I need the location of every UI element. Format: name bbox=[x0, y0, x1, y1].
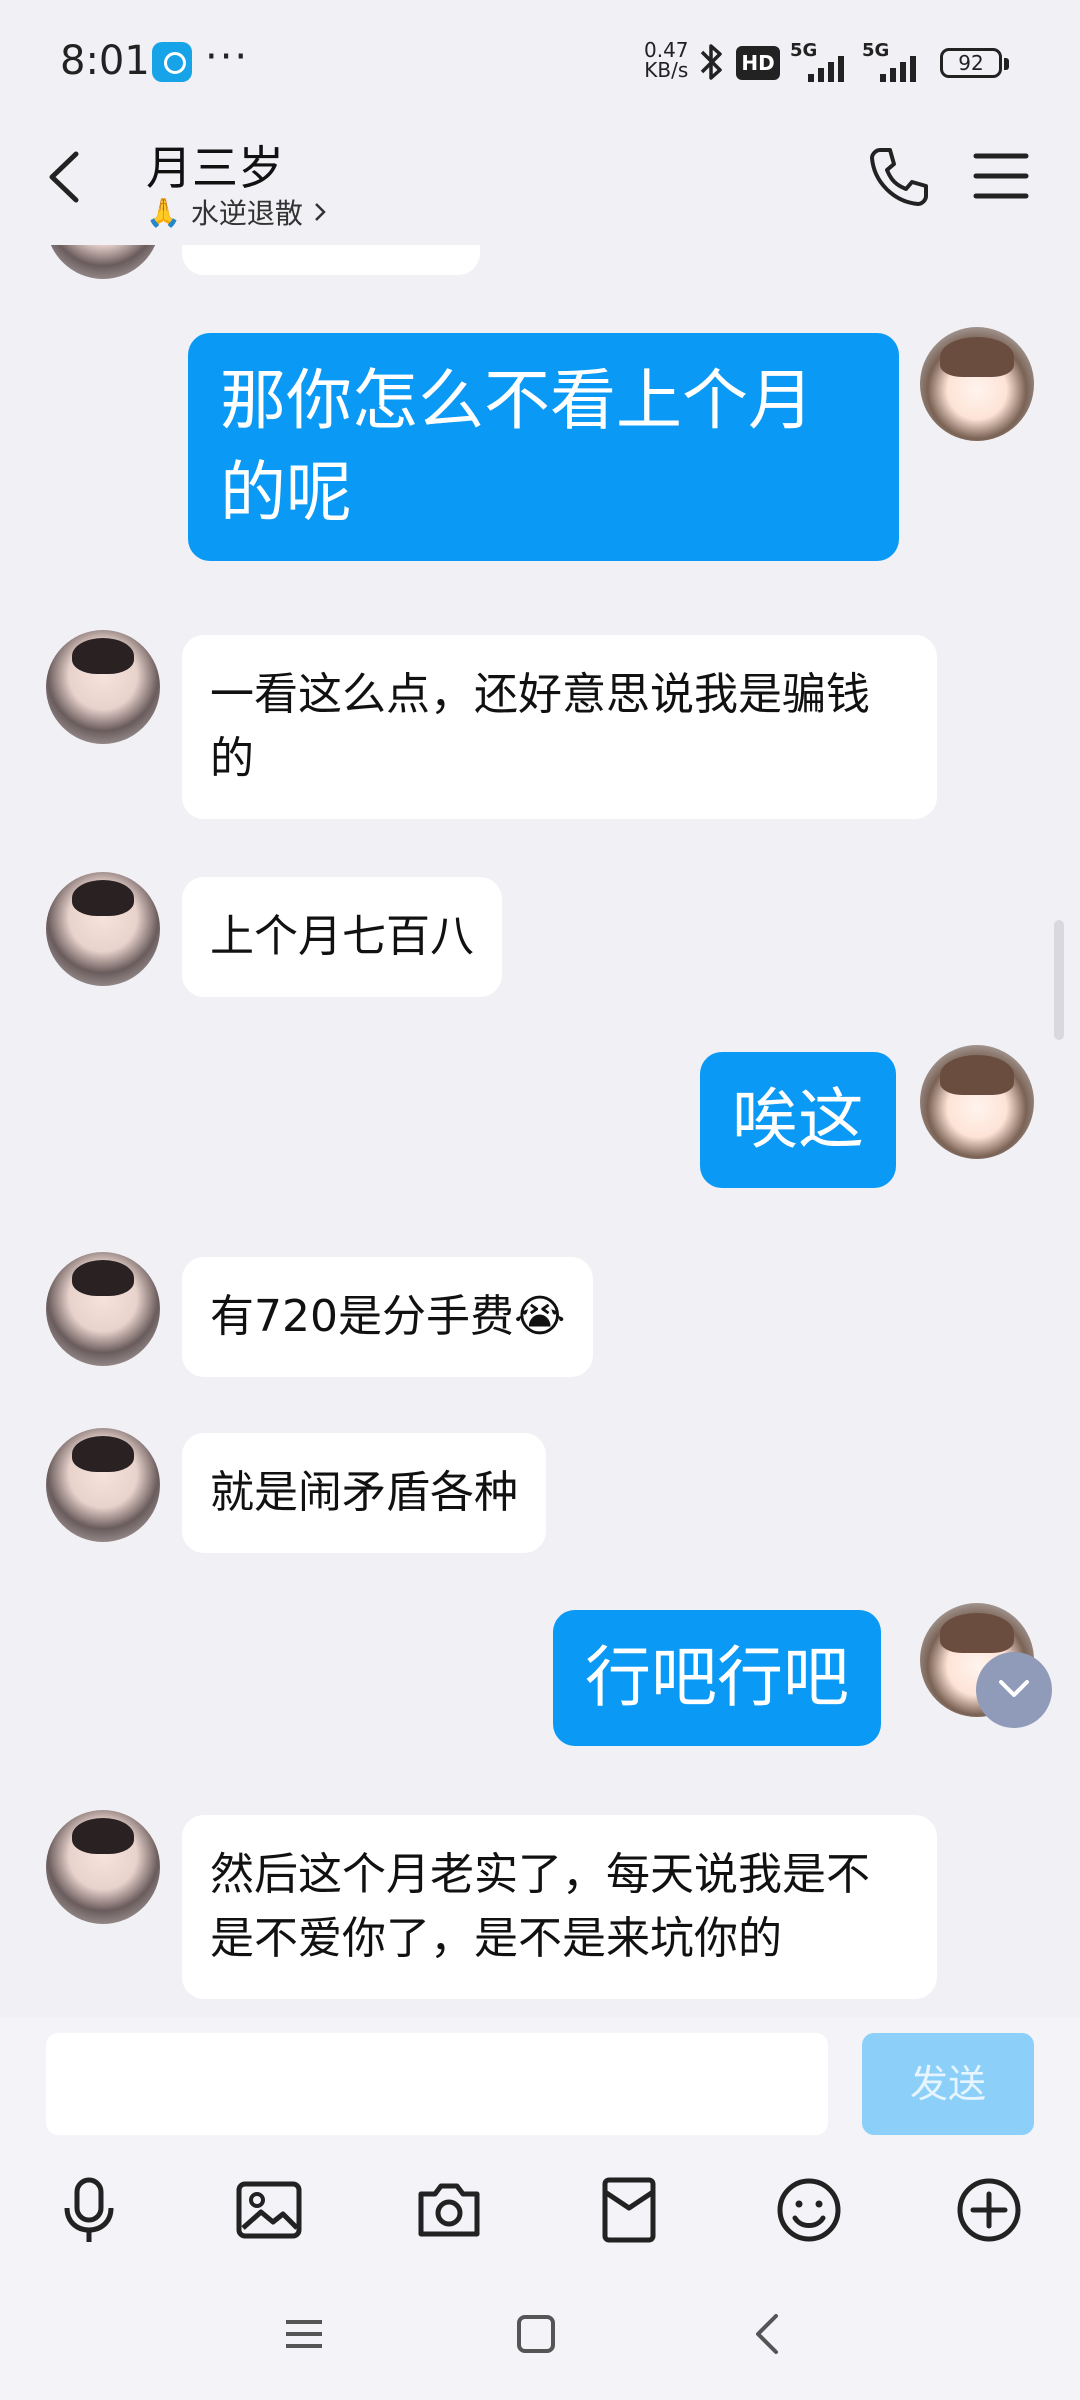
contact-status-text: 水逆退散 bbox=[190, 197, 303, 230]
microphone-icon[interactable] bbox=[53, 2174, 125, 2246]
contact-status[interactable]: 🙏 水逆退散 bbox=[146, 192, 327, 232]
network-speed-unit: KB/s bbox=[644, 58, 689, 82]
send-button[interactable]: 发送 bbox=[862, 2033, 1034, 2135]
contact-avatar[interactable] bbox=[46, 872, 160, 986]
system-navigation-bar bbox=[0, 2270, 1080, 2400]
emoji-icon[interactable] bbox=[773, 2174, 845, 2246]
red-packet-icon[interactable] bbox=[593, 2174, 665, 2246]
message-bubble-incoming[interactable]: 就是闹矛盾各种 bbox=[182, 1433, 546, 1553]
contact-avatar[interactable] bbox=[46, 630, 160, 744]
composer-toolbar bbox=[0, 2150, 1080, 2270]
message-text: 有720是分手费 bbox=[210, 1291, 514, 1342]
status-bar: 8:01 ··· 0.47 KB/s HD 5G 5G 92 bbox=[0, 0, 1080, 120]
home-icon[interactable] bbox=[514, 2312, 558, 2356]
back-icon[interactable] bbox=[746, 2312, 790, 2356]
message-bubble-incoming[interactable]: 上个月七百八 bbox=[182, 877, 502, 997]
more-notifications-indicator: ··· bbox=[205, 34, 250, 80]
cell-signal-icon: 5G bbox=[790, 40, 860, 84]
recent-apps-icon[interactable] bbox=[282, 2312, 326, 2356]
message-list[interactable]: 那你怎么不看上个月的呢 一看这么点，还好意思说我是骗钱的 上个月七百八 唉这 有… bbox=[0, 245, 1080, 2017]
menu-icon[interactable] bbox=[972, 150, 1030, 202]
praying-hands-icon: 🙏 bbox=[146, 195, 181, 229]
scrollbar-thumb[interactable] bbox=[1054, 920, 1064, 1040]
hd-voice-badge: HD bbox=[736, 46, 780, 80]
contact-name[interactable]: 月三岁 bbox=[146, 132, 284, 198]
contact-avatar[interactable] bbox=[46, 1810, 160, 1924]
status-time: 8:01 bbox=[60, 38, 150, 84]
network-speed-value: 0.47 bbox=[644, 38, 689, 62]
message-bubble-outgoing[interactable]: 唉这 bbox=[700, 1052, 896, 1188]
composer: 发送 bbox=[0, 2017, 1080, 2150]
message-bubble-incoming[interactable]: 然后这个月老实了，每天说我是不是不爱你了，是不是来坑你的 bbox=[182, 1815, 937, 1999]
network-speed: 0.47 KB/s bbox=[644, 40, 689, 80]
back-arrow-icon[interactable] bbox=[36, 142, 96, 212]
battery-indicator: 92 bbox=[940, 48, 1009, 78]
contact-avatar[interactable] bbox=[46, 1252, 160, 1366]
scroll-to-bottom-button[interactable] bbox=[976, 1652, 1052, 1728]
message-bubble-partial[interactable] bbox=[182, 245, 480, 275]
notification-app-icon bbox=[152, 42, 192, 82]
camera-icon[interactable] bbox=[413, 2174, 485, 2246]
my-avatar[interactable] bbox=[920, 327, 1034, 441]
message-input[interactable] bbox=[46, 2033, 828, 2135]
bluetooth-icon bbox=[700, 44, 722, 80]
chevron-down-icon bbox=[999, 1680, 1029, 1697]
cell-signal-icon-2: 5G bbox=[862, 40, 932, 84]
image-icon[interactable] bbox=[233, 2174, 305, 2246]
laughing-crying-emoji-icon: 😭 bbox=[513, 1291, 566, 1342]
plus-icon[interactable] bbox=[953, 2174, 1025, 2246]
contact-avatar[interactable] bbox=[46, 1428, 160, 1542]
phone-icon[interactable] bbox=[866, 144, 932, 210]
my-avatar[interactable] bbox=[920, 1045, 1034, 1159]
message-bubble-incoming[interactable]: 一看这么点，还好意思说我是骗钱的 bbox=[182, 635, 937, 819]
message-bubble-incoming[interactable]: 有720是分手费😭 bbox=[182, 1257, 594, 1377]
message-bubble-outgoing[interactable]: 那你怎么不看上个月的呢 bbox=[188, 333, 899, 561]
message-bubble-outgoing[interactable]: 行吧行吧 bbox=[553, 1610, 881, 1746]
contact-avatar[interactable] bbox=[46, 245, 160, 279]
chevron-right-icon bbox=[315, 203, 326, 221]
chat-header: 月三岁 🙏 水逆退散 bbox=[0, 120, 1080, 245]
